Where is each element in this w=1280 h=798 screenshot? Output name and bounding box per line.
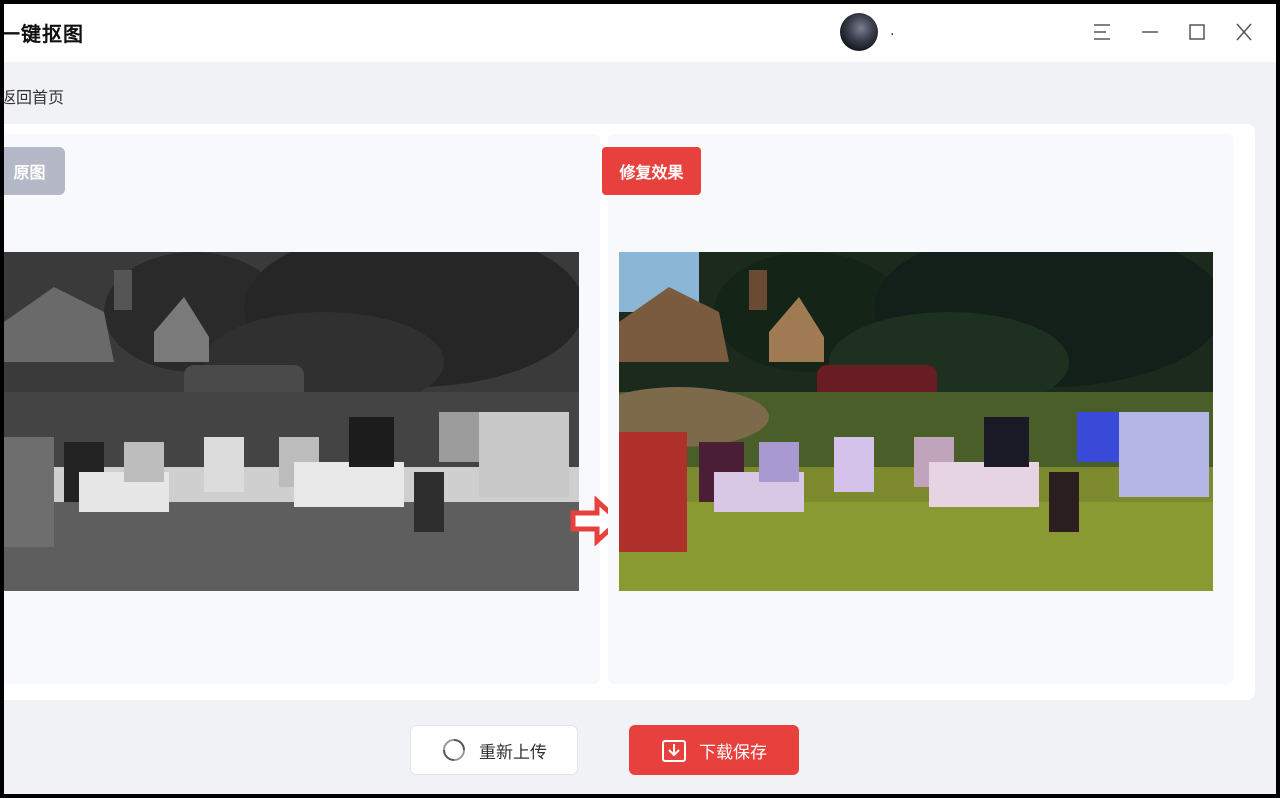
original-card: 原图: [4, 134, 600, 684]
refresh-icon: [443, 739, 465, 761]
result-card: 修复效果: [602, 134, 1233, 684]
result-photo-image: [619, 252, 1213, 591]
app-title: 一键抠图: [4, 22, 84, 46]
close-icon: [1236, 23, 1252, 41]
close-button[interactable]: [1230, 18, 1258, 46]
download-label: 下载保存: [699, 742, 767, 763]
menu-icon: [1094, 24, 1110, 40]
back-home-link[interactable]: 返回首页: [4, 84, 64, 108]
minimize-button[interactable]: [1136, 18, 1164, 46]
title-bar: 一键抠图 .: [4, 4, 1276, 62]
user-name: .: [890, 23, 895, 39]
download-button[interactable]: 下载保存: [629, 725, 799, 775]
original-photo-image: [4, 252, 579, 591]
download-icon: [662, 740, 686, 762]
minimize-icon: [1142, 31, 1158, 33]
result-photo: [619, 252, 1213, 591]
reupload-button[interactable]: 重新上传: [410, 725, 578, 775]
menu-button[interactable]: [1088, 18, 1116, 46]
original-tag: 原图: [4, 147, 65, 195]
compare-panel: 原图 修复效果: [4, 124, 1255, 700]
reupload-label: 重新上传: [479, 742, 547, 763]
avatar[interactable]: [840, 13, 878, 51]
maximize-button[interactable]: [1183, 18, 1211, 46]
app-window: 一键抠图 . 返回首页 原图 修复效果 重新上传 下载保存: [4, 4, 1276, 794]
original-photo: [4, 252, 579, 591]
maximize-icon: [1189, 24, 1205, 40]
result-tag: 修复效果: [602, 147, 701, 195]
